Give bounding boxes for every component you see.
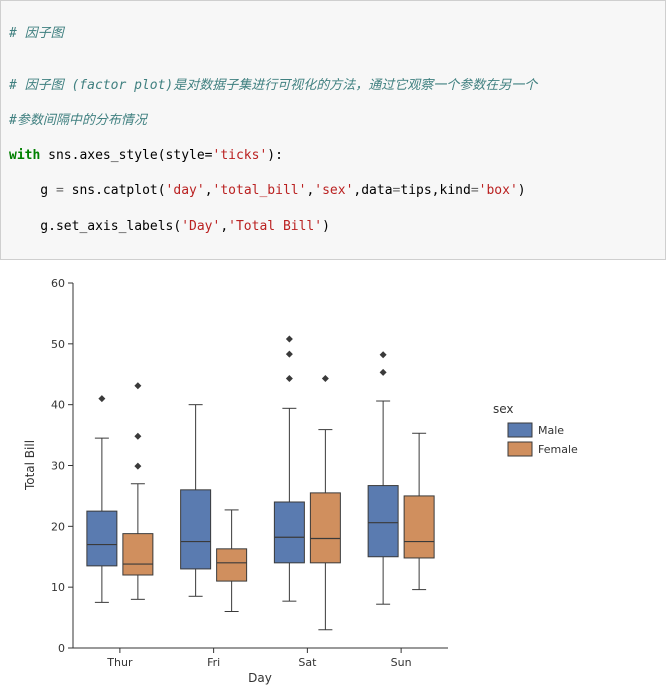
outlier-point [286,350,293,357]
code-comment-2a: # 因子图 (factor plot)是对数据子集进行可视化的方法，通过它观察一… [9,78,537,93]
outlier-point [322,375,329,382]
box-female-fri [217,548,247,580]
outlier-point [134,432,141,439]
outlier-point [286,375,293,382]
legend-swatch-female [508,442,532,456]
outlier-point [380,351,387,358]
chart-output: Total Bill Day 0 10 20 30 40 50 60 Thur Fri Sat S… [0,260,666,688]
x-tick-label: Fri [207,656,220,669]
code-comment-2b: #参数间隔中的分布情况 [9,113,147,128]
y-tick-label: 30 [51,459,65,472]
box-female-sat [310,493,340,563]
outlier-point [286,335,293,342]
box-male-sat [274,502,304,563]
outlier-point [134,462,141,469]
outlier-point [98,395,105,402]
x-tick-label: Sun [391,656,412,669]
legend-title: sex [493,402,514,416]
y-tick-label: 0 [58,642,65,655]
y-tick-label: 40 [51,398,65,411]
x-tick-label: Thur [106,656,133,669]
code-comment-1: # 因子图 [9,26,64,41]
x-tick-label: Sat [298,656,317,669]
legend: sex Male Female [493,402,578,456]
boxplot-chart: Total Bill Day 0 10 20 30 40 50 60 Thur Fri Sat S… [18,268,618,688]
box-male-fri [181,489,211,568]
code-cell: # 因子图 # 因子图 (factor plot)是对数据子集进行可视化的方法，… [0,0,666,260]
box-female-sun [404,496,434,558]
outlier-point [380,369,387,376]
box-male-thur [87,511,117,566]
legend-label-female: Female [538,443,578,456]
y-tick-label: 50 [51,337,65,350]
y-tick-label: 20 [51,520,65,533]
legend-swatch-male [508,423,532,437]
code-kw-with: with [9,148,40,163]
y-axis-label: Total Bill [23,440,37,491]
y-tick-label: 60 [51,277,65,290]
x-axis-label: Day [248,671,272,685]
legend-label-male: Male [538,424,564,437]
x-axis-ticks: Thur Fri Sat Sun [106,648,411,669]
y-axis-ticks: 0 10 20 30 40 50 60 [51,277,73,655]
outlier-point [134,382,141,389]
box-male-sun [368,485,398,556]
y-tick-label: 10 [51,581,65,594]
box-female-thur [123,533,153,574]
